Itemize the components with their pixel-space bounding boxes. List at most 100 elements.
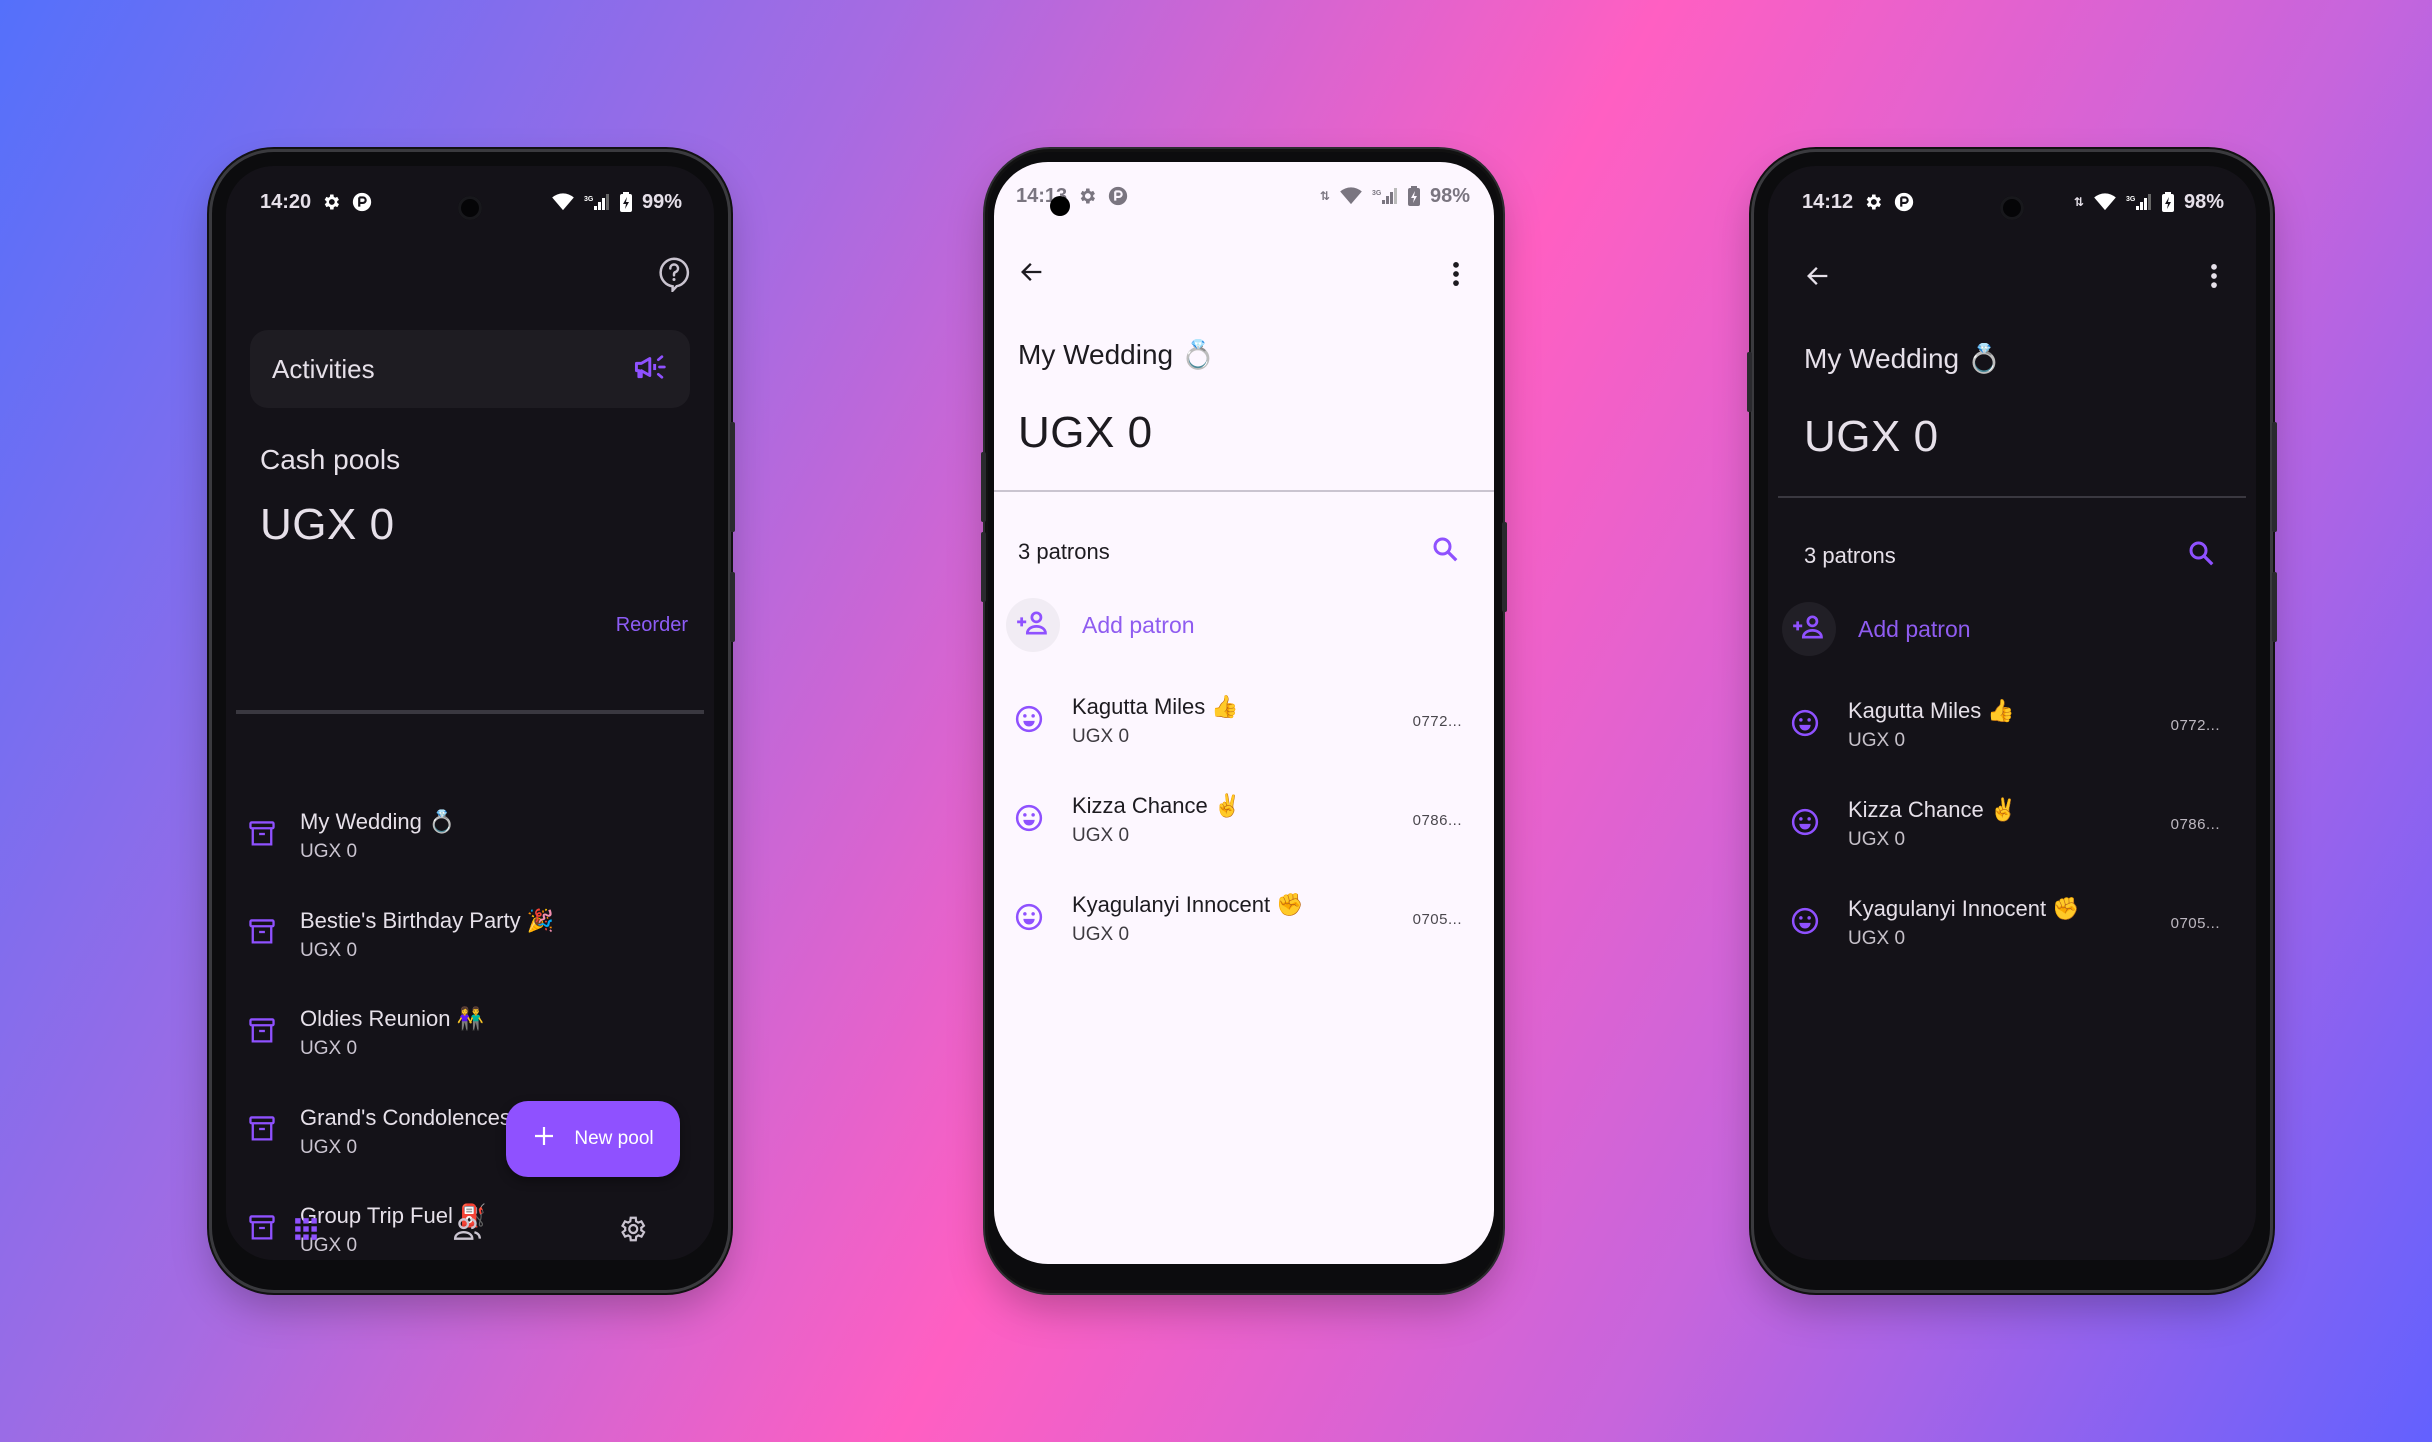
battery-charging-icon (1407, 186, 1420, 206)
more-options-button[interactable] (2194, 258, 2234, 298)
grid-icon (293, 1217, 319, 1246)
more-options-button[interactable] (1436, 256, 1476, 296)
search-icon (1430, 537, 1460, 569)
search-button[interactable] (2186, 538, 2216, 574)
phone-frame-detail-dark: 14:12 ⇅ 3G 98% My Wedding 💍 UGX 0 3 patr… (1747, 152, 2277, 1290)
pool-list-item[interactable]: Oldies Reunion 👫 UGX 0 (248, 997, 692, 1069)
patron-list-item[interactable]: Kyagulanyi Innocent ✊ UGX 0 0705... (1014, 884, 1462, 954)
pool-total: UGX 0 (1804, 412, 1939, 461)
app-notification-icon (1107, 185, 1129, 207)
patron-list-item[interactable]: Kagutta Miles 👍 UGX 0 0772... (1014, 686, 1462, 756)
patrons-count: 3 patrons (1804, 543, 1896, 568)
pool-amount: UGX 0 (300, 939, 358, 961)
patron-phone: 0705... (2170, 914, 2220, 932)
activities-label: Activities (272, 353, 375, 384)
archive-box-icon (248, 1114, 276, 1149)
people-icon (453, 1217, 483, 1246)
pool-text: Oldies Reunion 👫 UGX 0 (300, 1006, 484, 1060)
search-icon (2186, 541, 2216, 573)
help-button[interactable] (654, 256, 694, 296)
patron-amount: UGX 0 (1072, 924, 1130, 945)
wifi-icon (1340, 187, 1362, 205)
patron-name: Kyagulanyi Innocent ✊ (1848, 896, 2080, 921)
nav-pools-tab[interactable] (293, 1216, 319, 1247)
activities-card[interactable]: Activities (250, 330, 690, 408)
wifi-icon (2094, 193, 2116, 211)
more-vert-icon (1452, 261, 1460, 292)
patrons-header: 3 patrons (1018, 534, 1460, 570)
patron-list-item[interactable]: Kizza Chance ✌️ UGX 0 0786... (1014, 785, 1462, 855)
patron-phone: 0772... (1412, 712, 1462, 730)
reorder-button[interactable]: Reorder (616, 614, 688, 637)
more-vert-icon (2210, 263, 2218, 294)
patron-avatar-smile-icon (1014, 704, 1044, 739)
archive-box-icon (248, 1016, 276, 1051)
back-button[interactable] (1798, 258, 1838, 298)
patron-list-item[interactable]: Kizza Chance ✌️ UGX 0 0786... (1790, 789, 2220, 859)
patron-name: Kagutta Miles 👍 (1848, 698, 2015, 723)
app-notification-icon (351, 191, 373, 213)
patron-avatar-smile-icon (1014, 803, 1044, 838)
pool-text: Bestie's Birthday Party 🎉 UGX 0 (300, 908, 554, 962)
patron-avatar-smile-icon (1790, 708, 1820, 743)
search-button[interactable] (1430, 534, 1460, 570)
add-patron-icon-container (1006, 598, 1060, 652)
plus-icon (532, 1124, 556, 1154)
patron-text: Kagutta Miles 👍 UGX 0 (1848, 698, 2171, 752)
phone-frame-detail-light: 14:13 ⇅ 3G 98% My Wedding 💍 UGX 0 3 patr… (981, 152, 1507, 1290)
patron-name: Kagutta Miles 👍 (1072, 694, 1239, 719)
pool-text: My Wedding 💍 UGX 0 (300, 809, 455, 863)
status-bar: 14:13 ⇅ 3G 98% (1016, 182, 1470, 210)
power-button (2272, 422, 2277, 532)
patron-list-item[interactable]: Kagutta Miles 👍 UGX 0 0772... (1790, 690, 2220, 760)
add-patron-button[interactable]: Add patron (1006, 598, 1195, 652)
divider (236, 712, 704, 714)
signal-icon: 3G (584, 193, 610, 211)
patron-text: Kizza Chance ✌️ UGX 0 (1848, 797, 2171, 851)
power-button (730, 422, 735, 532)
status-time: 14:20 (260, 190, 312, 213)
gear-icon (617, 1216, 647, 1248)
pool-list-item[interactable]: My Wedding 💍 UGX 0 (248, 800, 692, 872)
person-add-icon (1016, 609, 1050, 642)
patron-avatar-smile-icon (1790, 807, 1820, 842)
back-button[interactable] (1012, 254, 1052, 294)
pool-list-item[interactable]: Bestie's Birthday Party 🎉 UGX 0 (248, 899, 692, 971)
patron-amount: UGX 0 (1848, 829, 1906, 850)
battery-level: 98% (1429, 184, 1470, 207)
data-transfer-icon: ⇅ (2073, 195, 2084, 209)
front-camera (1050, 196, 1070, 216)
battery-level: 99% (641, 190, 682, 213)
pool-title: My Wedding 💍 (1018, 339, 1216, 370)
nav-settings-tab[interactable] (617, 1214, 647, 1249)
new-pool-button[interactable]: New pool (506, 1101, 680, 1177)
patron-name: Kizza Chance ✌️ (1848, 797, 2018, 822)
add-patron-button[interactable]: Add patron (1782, 602, 1971, 656)
patron-amount: UGX 0 (1848, 730, 1906, 751)
patron-text: Kizza Chance ✌️ UGX 0 (1072, 793, 1413, 847)
nav-contacts-tab[interactable] (453, 1216, 483, 1247)
patron-text: Kagutta Miles 👍 UGX 0 (1072, 694, 1413, 748)
patron-phone: 0772... (2170, 716, 2220, 734)
section-divider (994, 490, 1494, 492)
data-transfer-icon: ⇅ (1319, 189, 1330, 203)
front-camera (458, 196, 482, 220)
svg-text:3G: 3G (1372, 190, 1382, 197)
settings-notification-icon (321, 192, 341, 212)
patron-text: Kyagulanyi Innocent ✊ UGX 0 (1072, 892, 1413, 946)
help-bubble-icon (657, 256, 691, 297)
section-divider (236, 710, 704, 712)
arrow-back-icon (1804, 262, 1832, 295)
settings-notification-icon (1077, 186, 1097, 206)
patron-avatar-smile-icon (1014, 902, 1044, 937)
total-amount: UGX 0 (260, 500, 395, 549)
phone-frame-home: 14:20 3G 99% Activities Cash pools UGX 0… (212, 152, 735, 1290)
patron-list-item[interactable]: Kyagulanyi Innocent ✊ UGX 0 0705... (1790, 888, 2220, 958)
app-notification-icon (1893, 191, 1915, 213)
archive-box-icon (248, 819, 276, 854)
person-add-icon (1792, 613, 1826, 646)
archive-box-icon (248, 917, 276, 952)
volume-down-button (981, 532, 986, 602)
patron-text: Kyagulanyi Innocent ✊ UGX 0 (1848, 896, 2171, 950)
patron-phone: 0705... (1412, 910, 1462, 928)
